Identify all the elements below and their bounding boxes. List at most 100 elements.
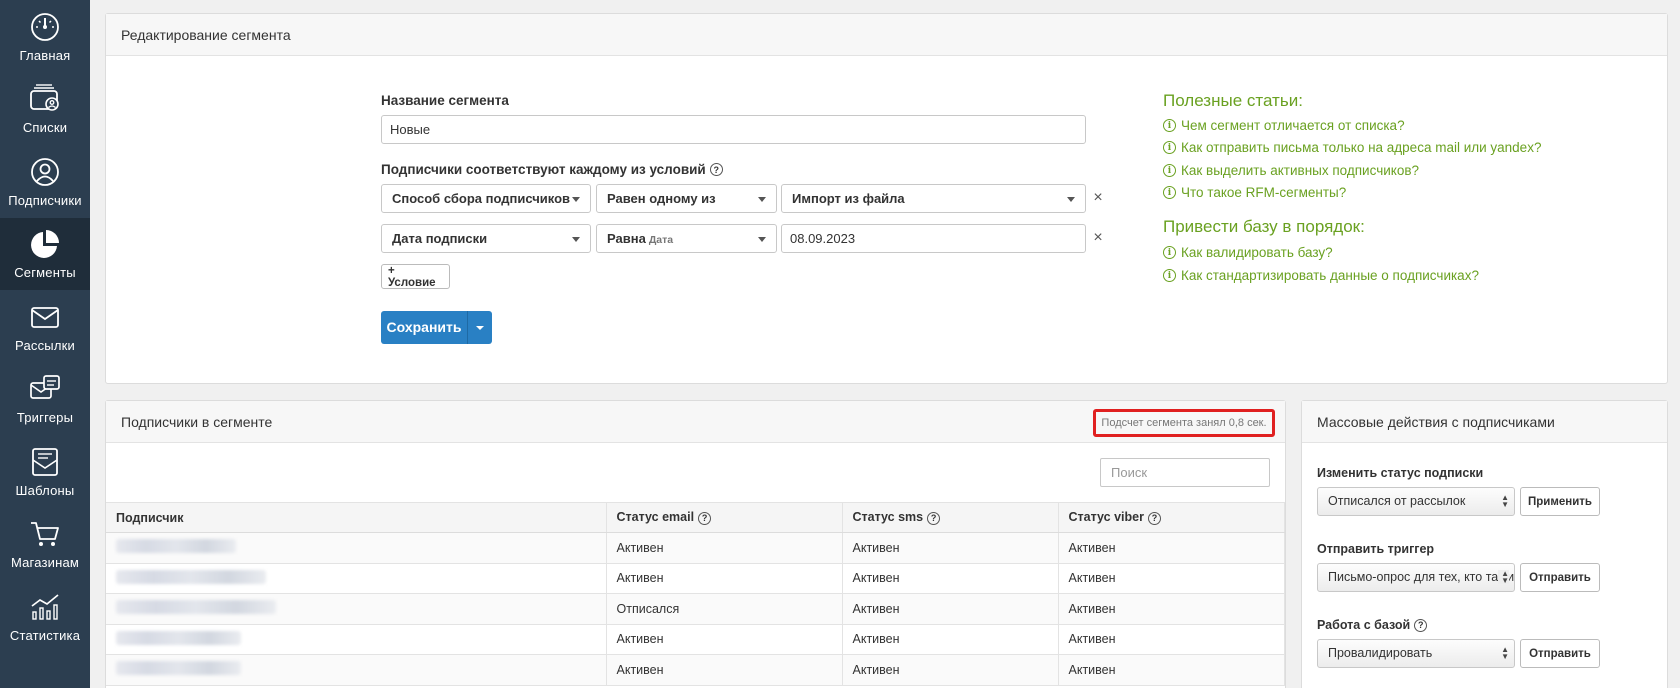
help-link[interactable]: i Как отправить письма только на адреса m… [1163,140,1541,155]
help-link[interactable]: i Как валидировать базу? [1163,245,1333,260]
column-header-email-status[interactable]: Статус email? [606,502,843,533]
nav-item-triggers[interactable]: Триггеры [0,363,90,436]
help-link[interactable]: i Как выделить активных подписчиков? [1163,163,1419,178]
condition-field-select[interactable]: Способ сбора подписчиков [381,184,591,213]
apply-button[interactable]: Применить [1520,487,1600,516]
templates-icon [32,447,58,476]
sms-status-cell: Активен [842,624,1059,655]
info-icon: i [1163,119,1176,132]
dashboard-gauge-icon [31,12,59,41]
help-link-text: Чем сегмент отличается от списка? [1181,118,1405,133]
condition-operator-select[interactable]: Равна Дата [596,224,777,253]
table-row[interactable]: Активен Активен Активен [106,654,1285,686]
database-send-button[interactable]: Отправить [1520,639,1600,668]
condition-field-value: Дата подписки [392,231,488,246]
help-question-icon[interactable]: ? [1147,511,1161,525]
subscriber-cell[interactable] [106,563,607,594]
nav-item-subscribers[interactable]: Подписчики [0,145,90,218]
help-link[interactable]: i Как стандартизировать данные о подписчи… [1163,268,1479,283]
email-status-cell: Отписался [606,593,843,625]
table-row[interactable]: Активен Активен Активен [106,563,1285,594]
remove-condition-icon[interactable]: × [1091,230,1105,246]
caret-down-icon [758,197,766,202]
help-link-text: Как выделить активных подписчиков? [1181,163,1420,178]
condition-field-select[interactable]: Дата подписки [381,224,591,253]
trigger-select[interactable]: Письмо-опрос для тех, кто так и не ▲ ▼ [1317,563,1515,592]
nav-label: Главная [19,47,71,63]
nav-label: Подписчики [8,192,82,208]
info-icon: i [1163,269,1176,282]
segment-timing-note: Подсчет сегмента занял 0,8 сек. [1093,409,1275,437]
database-work-label: Работа с базой [1317,618,1411,632]
nav-item-segments[interactable]: Сегменты [0,217,90,290]
database-action-select[interactable]: Провалидировать ▲ ▼ [1317,639,1515,668]
help-question-icon[interactable]: ? [709,163,723,176]
select-arrows-icon: ▲ ▼ [1501,645,1509,661]
send-trigger-button[interactable]: Отправить [1520,563,1600,592]
help-question-icon[interactable]: ? [698,511,712,525]
nav-item-statistics[interactable]: Статистика [0,580,90,653]
help-link[interactable]: i Что такое RFM-сегменты? [1163,185,1346,200]
segment-name-label: Название сегмента [381,93,509,108]
save-button[interactable]: Сохранить [381,311,492,344]
viber-status-cell: Активен [1058,654,1285,686]
sms-status-cell: Активен [842,654,1059,686]
column-header-label: Статус viber [1068,510,1144,525]
table-row[interactable]: Отписался Активен Активен [106,593,1285,625]
help-link-text: Как стандартизировать данные о подписчик… [1181,268,1479,283]
subscribers-table: Подписчик Статус email? Статус sms? Стат… [106,502,1285,686]
cart-icon [31,522,59,547]
envelope-icon [31,306,59,328]
search-input[interactable]: Поиск [1100,458,1270,487]
redacted-subscriber [116,600,276,615]
select-arrows-icon: ▲ ▼ [1501,493,1509,509]
help-link[interactable]: i Чем сегмент отличается от списка? [1163,118,1405,133]
condition-value-select[interactable]: Импорт из файла [781,184,1086,213]
table-row[interactable]: Активен Активен Активен [106,532,1285,564]
condition-operator-value: Равен одному из [607,191,716,206]
remove-condition-icon[interactable]: × [1091,190,1105,206]
nav-label: Сегменты [14,265,76,281]
help-question-icon[interactable]: ? [927,511,941,525]
panel-title: Подписчики в сегменте [121,413,273,430]
nav-label: Магазинам [10,555,80,571]
save-dropdown-toggle[interactable] [468,325,492,330]
subscriber-cell[interactable] [106,654,607,686]
subscriber-cell[interactable] [106,593,607,625]
column-header-subscriber[interactable]: Подписчик [106,502,607,533]
info-icon: i [1163,141,1176,154]
status-select[interactable]: Отписался от рассылок ▲ ▼ [1317,487,1515,516]
nav-item-shops[interactable]: Магазинам [0,508,90,581]
segment-name-input[interactable]: Новые [381,115,1086,144]
table-row[interactable]: Активен Активен Активен [106,624,1285,655]
condition-field-value: Способ сбора подписчиков [392,191,571,206]
add-condition-button[interactable]: + Условие [381,264,450,289]
help-link-text: Что такое RFM-сегменты? [1181,185,1347,200]
help-question-icon[interactable]: ? [1414,618,1428,632]
conditions-label: Подписчики соответствуют каждому из усло… [381,162,706,177]
subscriber-cell[interactable] [106,532,607,564]
panel-title: Массовые действия с подписчиками [1302,401,1667,443]
conditions-label-row: Подписчики соответствуют каждому из усло… [381,162,723,177]
cleanup-title: Привести базу в порядок: [1163,217,1365,236]
condition-date-input[interactable]: 08.09.2023 [781,224,1086,253]
nav-label: Шаблоны [15,482,75,498]
lists-icon [30,84,59,112]
subscriber-cell[interactable] [106,624,607,655]
column-header-viber-status[interactable]: Статус viber? [1058,502,1285,533]
panel-header: Подписчики в сегменте Подсчет сегмента з… [106,401,1285,443]
column-header-sms-status[interactable]: Статус sms? [842,502,1059,533]
nav-label: Триггеры [16,410,74,426]
viber-status-cell: Активен [1058,563,1285,594]
caret-down-icon [476,325,484,330]
send-trigger-label: Отправить триггер [1317,542,1435,556]
nav-item-templates[interactable]: Шаблоны [0,435,90,508]
redacted-subscriber [116,630,241,645]
column-header-label: Статус sms [852,510,924,525]
condition-operator-select[interactable]: Равен одному из [596,184,777,213]
user-circle-icon [31,157,59,186]
nav-item-home[interactable]: Главная [0,0,90,73]
nav-item-campaigns[interactable]: Рассылки [0,290,90,363]
nav-item-lists[interactable]: Списки [0,73,90,146]
triggers-icon [30,375,60,400]
